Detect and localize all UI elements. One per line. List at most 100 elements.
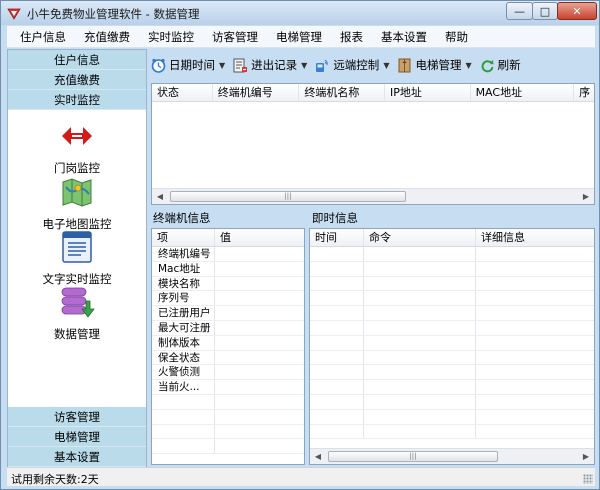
scroll-left-icon[interactable]: ◀ [310, 449, 326, 464]
list-item[interactable]: 制体版本 [152, 335, 304, 351]
remote-control-icon [316, 59, 329, 72]
tile-data-management-label: 数据管理 [54, 327, 100, 341]
text-document-icon [62, 231, 92, 263]
nav-visitors[interactable]: 访客管理 [8, 407, 146, 427]
col-terminal-name[interactable]: 终端机名称 [299, 84, 385, 101]
list-item[interactable]: 终端机编号 [152, 247, 304, 262]
empty-row [152, 394, 304, 410]
table-row [310, 306, 594, 321]
list-item[interactable]: 保全状态 [152, 350, 304, 366]
refresh-icon [481, 59, 494, 72]
list-item[interactable]: 序列号 [152, 291, 304, 307]
remote-control-caret-icon[interactable]: ▼ [383, 61, 389, 70]
list-item[interactable]: Mac地址 [152, 261, 304, 277]
nav-settings[interactable]: 基本设置 [8, 447, 146, 467]
instant-info-grid[interactable]: 时间 命令 详细信息 ◀ ||| ▶ [309, 228, 595, 465]
list-item[interactable]: 模块名称 [152, 276, 304, 292]
tile-text-monitor[interactable]: 文字实时监控 [8, 229, 146, 287]
item-label: 已注册用户 [152, 306, 215, 320]
col-time[interactable]: 时间 [310, 229, 364, 246]
menu-recharge[interactable]: 充值缴费 [75, 26, 139, 48]
minimize-button[interactable]: — [506, 2, 533, 20]
tile-gate-monitor[interactable]: 门岗监控 [8, 118, 146, 176]
title-bar[interactable]: 小牛免费物业管理软件 - 数据管理 — □ ✕ [1, 1, 599, 25]
item-label: 火警侦测 [152, 365, 215, 380]
remote-control-label: 远端控制 [333, 58, 380, 72]
scroll-left-icon[interactable]: ◀ [152, 189, 168, 204]
table-row [310, 365, 594, 381]
access-records-button[interactable]: 进出记录 ▼ [233, 57, 307, 73]
minimize-icon: — [514, 4, 525, 18]
terminal-info-title: 终端机信息 [153, 211, 211, 225]
item-label: 终端机编号 [152, 247, 215, 261]
col-details[interactable]: 详细信息 [476, 229, 594, 246]
access-records-label: 进出记录 [251, 58, 298, 72]
menu-reports[interactable]: 报表 [331, 26, 372, 48]
device-grid-header: 状态 终端机编号 终端机名称 IP地址 MAC地址 序 [152, 84, 594, 102]
col-value[interactable]: 值 [215, 229, 304, 246]
scroll-thumb[interactable]: ||| [328, 451, 498, 462]
list-item[interactable]: 已注册用户 [152, 306, 304, 321]
list-item[interactable]: 当前火... [152, 380, 304, 395]
clock-icon [151, 58, 166, 73]
col-mac-address[interactable]: MAC地址 [471, 84, 575, 101]
device-grid-hscrollbar[interactable]: ◀ ||| ▶ [152, 188, 594, 204]
table-row [310, 394, 594, 410]
elevator-label: 电梯管理 [415, 58, 462, 72]
datetime-label: 日期时间 [169, 58, 215, 72]
menu-settings[interactable]: 基本设置 [372, 26, 436, 48]
device-list-grid[interactable]: 状态 终端机编号 终端机名称 IP地址 MAC地址 序 ◀ ||| ▶ [151, 83, 595, 205]
table-row [310, 276, 594, 292]
col-item[interactable]: 项 [152, 229, 215, 246]
tile-data-management[interactable]: 数据管理 [8, 284, 146, 342]
resize-grip-icon[interactable] [583, 474, 593, 484]
menu-help[interactable]: 帮助 [436, 26, 477, 48]
scroll-thumb[interactable]: ||| [170, 191, 406, 202]
item-label: 制体版本 [152, 335, 215, 350]
table-row [310, 247, 594, 262]
col-command[interactable]: 命令 [364, 229, 476, 246]
tile-map-monitor[interactable]: 电子地图监控 [8, 174, 146, 232]
table-row [310, 350, 594, 366]
table-row [310, 380, 594, 395]
menu-residents[interactable]: 住户信息 [7, 26, 75, 48]
col-terminal-id[interactable]: 终端机编号 [213, 84, 300, 101]
nav-recharge[interactable]: 充值缴费 [8, 70, 146, 90]
list-item[interactable]: 火警侦测 [152, 365, 304, 381]
elevator-icon [398, 58, 411, 72]
nav-realtime-monitor[interactable]: 实时监控 [8, 90, 146, 110]
access-records-caret-icon[interactable]: ▼ [301, 61, 307, 70]
terminal-info-grid[interactable]: 项 值 终端机编号 Mac地址 模块名称 序列号 已注册用户 最大可注册 制体版… [151, 228, 305, 465]
table-row [310, 424, 594, 440]
menu-elevator[interactable]: 电梯管理 [267, 26, 331, 48]
menu-visitors[interactable]: 访客管理 [203, 26, 267, 48]
nav-elevator[interactable]: 电梯管理 [8, 427, 146, 447]
col-ip-address[interactable]: IP地址 [385, 84, 471, 101]
app-window: 小牛免费物业管理软件 - 数据管理 — □ ✕ 住户信息 充值缴费 实时监控 访… [0, 0, 600, 490]
record-icon [233, 58, 248, 72]
remote-control-button[interactable]: 远端控制 ▼ [315, 57, 389, 73]
item-label: 模块名称 [152, 276, 215, 291]
instant-info-header: 时间 命令 详细信息 [310, 229, 594, 247]
nav-residents[interactable]: 住户信息 [8, 50, 146, 70]
datetime-caret-icon[interactable]: ▼ [219, 61, 225, 70]
menu-realtime-monitor[interactable]: 实时监控 [139, 26, 203, 48]
col-status[interactable]: 状态 [152, 84, 213, 101]
datetime-button[interactable]: 日期时间 ▼ [151, 57, 225, 73]
scroll-right-icon[interactable]: ▶ [578, 189, 594, 204]
empty-row [152, 409, 304, 425]
instant-grid-hscrollbar[interactable]: ◀ ||| ▶ [310, 448, 594, 464]
refresh-button[interactable]: 刷新 [480, 57, 521, 73]
list-item[interactable]: 最大可注册 [152, 320, 304, 336]
col-serial[interactable]: 序 [574, 84, 594, 101]
maximize-button[interactable]: □ [532, 2, 558, 20]
elevator-caret-icon[interactable]: ▼ [465, 61, 471, 70]
double-arrow-icon [62, 127, 92, 145]
toolbar: 日期时间 ▼ 进出记录 ▼ 远端控制 ▼ 电梯管理 ▼ 刷新 [151, 53, 595, 77]
close-button[interactable]: ✕ [557, 2, 597, 20]
left-nav: 住户信息 充值缴费 实时监控 门岗监控 电子地图监控 文字实时监控 数据管理 访… [7, 49, 147, 467]
elevator-button[interactable]: 电梯管理 ▼ [397, 57, 472, 73]
refresh-label: 刷新 [497, 58, 521, 72]
scroll-right-icon[interactable]: ▶ [578, 449, 594, 464]
table-row [310, 261, 594, 277]
